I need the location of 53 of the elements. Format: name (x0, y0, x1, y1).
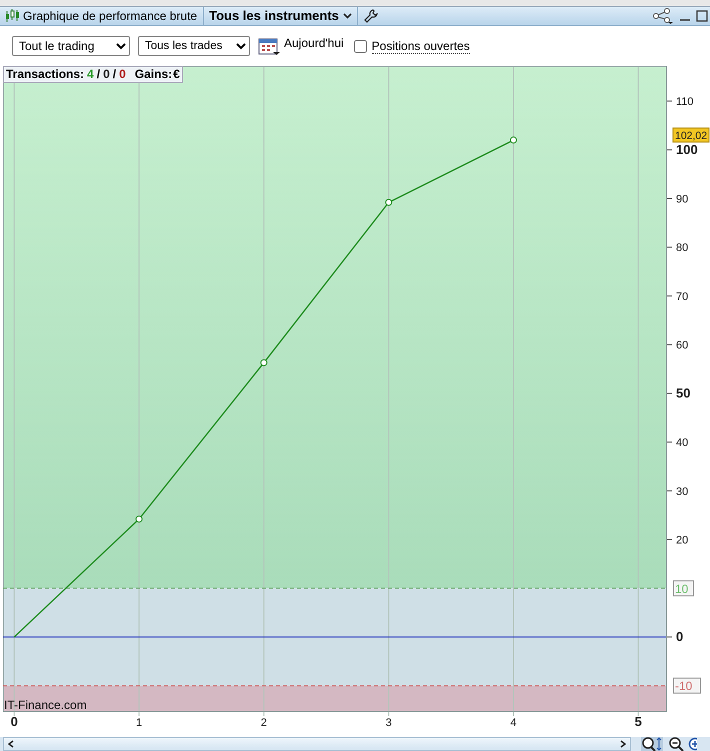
count-value: 4 (87, 67, 94, 82)
gains-label: Gains: (134, 67, 172, 82)
y-axis-label: 70 (676, 290, 688, 303)
date-label: Aujourd'hui (284, 35, 344, 52)
threshold-label: 10 (673, 580, 694, 596)
y-tick-label: 10 (675, 582, 689, 596)
gains-value: € (173, 67, 180, 82)
window-title: Graphique de performance brute (22, 8, 198, 25)
zoom-out-icon[interactable] (669, 737, 685, 751)
scroll-right-icon[interactable] (620, 740, 626, 748)
vertical-zoom-icon[interactable] (641, 737, 663, 751)
y-axis-label: 90 (676, 194, 688, 206)
count-value: 0 (103, 67, 110, 82)
y-axis-label: 30 (676, 486, 688, 498)
open-positions-checkbox[interactable] (354, 40, 367, 52)
credit-text: IT-Finance.com (4, 698, 87, 712)
data-point (260, 359, 268, 366)
x-axis-label: 2 (260, 717, 267, 729)
count-value: 0 (119, 67, 126, 82)
y-axis-label: 20 (676, 534, 688, 547)
y-axis-label: 100 (676, 142, 698, 157)
y-axis-label: 40 (676, 437, 688, 450)
y-axis-label: 110 (676, 96, 694, 108)
x-axis-label: 3 (386, 717, 392, 729)
y-axis-label: 80 (676, 242, 688, 254)
caret-icon (342, 13, 352, 19)
separator-text: / (96, 67, 100, 82)
value-tag: 102,02 (672, 128, 710, 143)
data-point (385, 198, 392, 206)
candlestick-icon (4, 8, 20, 24)
zoom-in-icon[interactable] (688, 737, 697, 751)
y-axis-label: 60 (676, 340, 688, 352)
open-positions-link[interactable]: Positions ouvertes (372, 38, 470, 54)
transactions-label: Transactions: (6, 67, 84, 82)
threshold-label: -10 (673, 678, 701, 694)
calendar-icon[interactable] (258, 36, 280, 56)
y-axis-label: 0 (676, 628, 684, 644)
y-axis-label: 50 (676, 385, 690, 400)
separator-text: / (112, 67, 116, 82)
x-axis-label: 1 (136, 717, 142, 729)
trading-select[interactable]: Tout le trading (12, 36, 130, 56)
x-axis-label: 5 (634, 714, 642, 729)
y-tick-label: -10 (675, 679, 693, 694)
x-axis-label: 4 (510, 717, 517, 729)
trades-select[interactable]: Tous les trades (138, 36, 250, 56)
data-point (136, 516, 143, 523)
scroll-left-icon[interactable] (8, 740, 14, 748)
instrument-menu[interactable]: Tous les instruments (204, 6, 357, 26)
maximize-icon[interactable] (696, 10, 708, 22)
x-axis-label: 0 (10, 714, 18, 729)
horizontal-scrollbar[interactable] (3, 737, 631, 751)
share-icon[interactable] (653, 8, 673, 24)
wrench-icon[interactable] (364, 9, 378, 23)
